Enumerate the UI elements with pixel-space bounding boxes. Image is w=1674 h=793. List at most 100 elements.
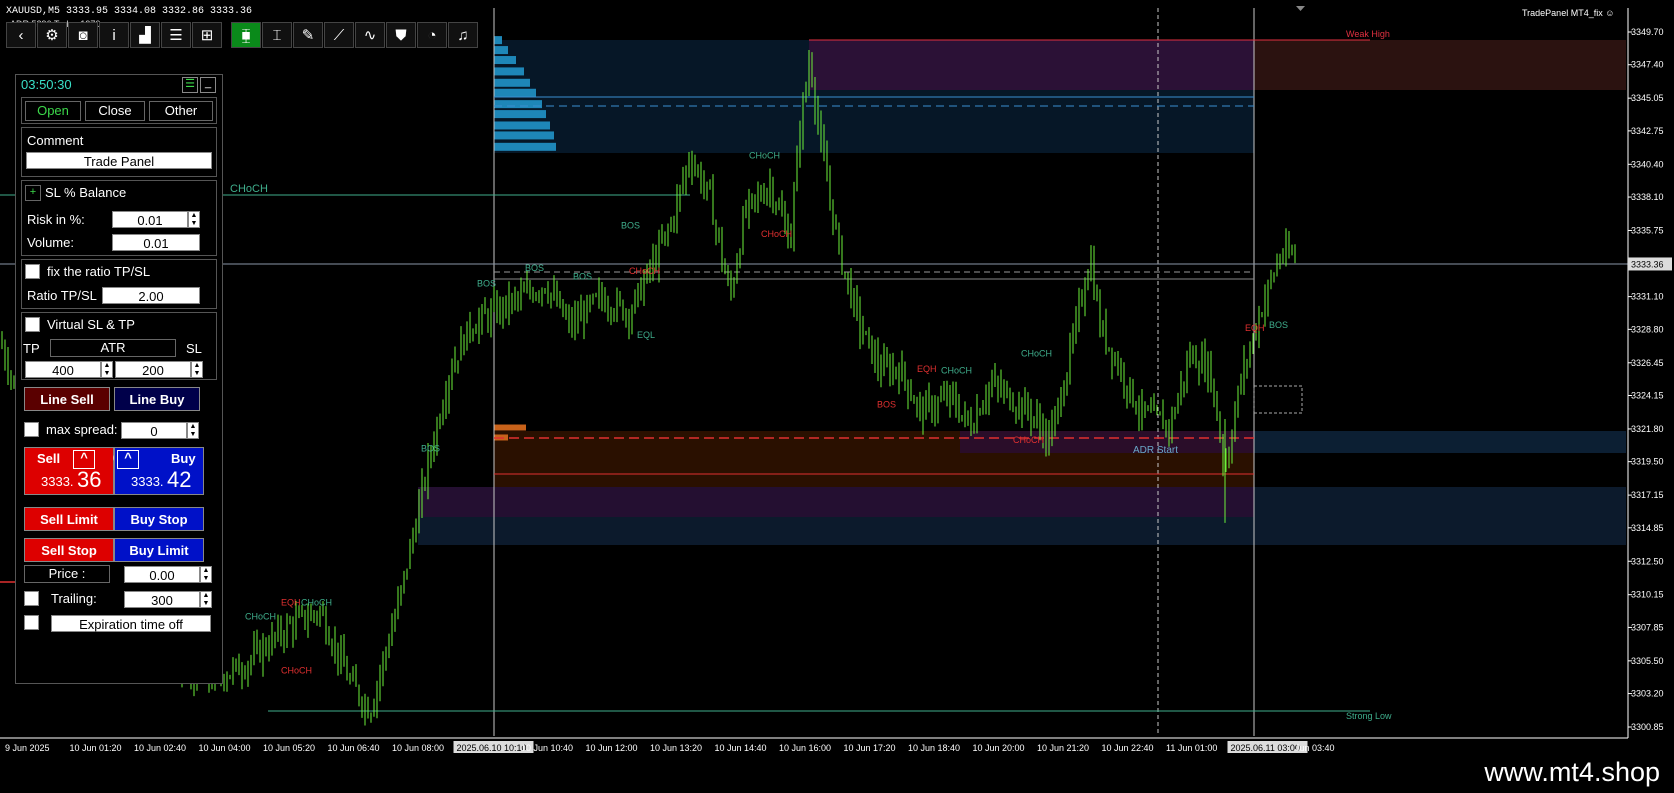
choch-left-label: CHoCH [230,183,268,195]
atr-button[interactable]: ATR [50,339,176,357]
time-tick-label: 10 Jun 10:40 [521,743,573,753]
price-tick-label: 3314.85 [1631,523,1664,533]
price-tick-label: 3319.50 [1631,457,1664,467]
price-tick-label: 3338.10 [1631,192,1664,202]
price-tick-label: 3312.50 [1631,556,1664,566]
sell-stop-button[interactable]: Sell Stop [24,538,114,562]
max-spread-stepper[interactable]: ▲ ▼ [187,422,199,439]
chevron-left-icon[interactable]: ‹ [6,22,36,48]
price-tick-label: 3324.15 [1631,391,1664,401]
comment-input[interactable]: Trade Panel [26,152,212,169]
line-buy-button[interactable]: Line Buy [114,387,200,411]
time-axis: 9 Jun 2025 10 Jun 01:20 10 Jun 02:40 10 Jun… [5,741,1335,753]
trailing-stepper[interactable]: ▲ ▼ [200,591,212,608]
wave-icon[interactable]: ∿ [355,22,385,48]
price-stepper[interactable]: ▲ ▼ [200,566,212,583]
buy-price-big: 42 [167,467,192,492]
sliders-icon[interactable]: ⊞ [192,22,222,48]
candles-icon[interactable]: ⧯ [231,22,261,48]
tab-close[interactable]: Close [85,101,145,121]
bar-chart-icon[interactable]: ▟ [130,22,160,48]
edit-icon[interactable]: ✎ [293,22,323,48]
volume-profile-bar [494,56,516,65]
time-tick-label: 10 Jun 02:40 [134,743,186,753]
price-tick-label: 3340.40 [1631,159,1664,169]
volume-profile-bar [494,36,502,45]
line-tool-icon[interactable]: ⌶ [262,22,292,48]
price-tick-label: 3317.15 [1631,490,1664,500]
price-tick-label: 3333.36 [1631,259,1664,269]
price-tick-label: 3307.85 [1631,622,1664,632]
list-icon[interactable]: ☰ [161,22,191,48]
price-tick-label: 3303.20 [1631,689,1664,699]
structure-label: BOS [1269,320,1288,330]
tab-bar: Open Close Other [21,97,217,124]
sl-stepper[interactable]: ▲ ▼ [191,361,203,378]
risk-input[interactable]: 0.01 [112,211,188,228]
supply-zone-top-right [1254,40,1626,90]
max-spread-checkbox[interactable] [24,422,39,437]
time-tick-label: 10 Jun 05:20 [263,743,315,753]
price-label: Price : [24,565,110,583]
max-spread-label: max spread: [46,422,118,437]
fix-ratio-label: fix the ratio TP/SL [47,264,151,279]
line-sell-button[interactable]: Line Sell [24,387,110,411]
price-chart[interactable]: CHoCHEQH CHoCHCHoCHBOSBOSBOSBOSCHoCHBOSEQ… [0,0,1674,793]
volume-profile-bar [494,100,542,109]
trailing-label: Trailing: [51,591,97,606]
sell-price-big: 36 [77,467,102,492]
structure-label: CHoCH [749,151,780,161]
time-tick-label: 10 Jun 01:20 [70,743,122,753]
ratio-input[interactable]: 2.00 [102,287,200,304]
weak-high-label: Weak High [1346,29,1390,39]
trailing-checkbox[interactable] [24,591,39,606]
price-tick-label: 3310.15 [1631,590,1664,600]
sell-button[interactable]: Sell ^ 3333. 36 [24,447,114,495]
sl-label: SL [186,341,202,356]
price-input[interactable]: 0.00 [124,566,200,583]
time-tick-label: 2025.06.11 03:00 [1231,743,1300,753]
menu-icon[interactable]: ☰ [182,77,198,93]
trailing-input[interactable]: 300 [124,591,200,608]
buy-button[interactable]: ^ Buy 3333. 42 [114,447,204,495]
panel-clock: 03:50:30 [21,77,72,92]
price-tick-label: 3328.80 [1631,324,1664,334]
gear-icon[interactable]: ⚙ [37,22,67,48]
shield-icon[interactable]: ⛊ [386,22,416,48]
sell-limit-button[interactable]: Sell Limit [24,507,114,531]
tradepanel-title-text: TradePanel MT4_fix [1522,8,1603,18]
minimize-icon[interactable]: _ [200,77,216,93]
tab-other[interactable]: Other [149,101,213,121]
pie-icon[interactable]: ◔ [417,22,447,48]
max-spread-input[interactable]: 0 [121,422,187,439]
expiration-checkbox[interactable] [24,615,39,630]
sl-balance-label: SL % Balance [45,185,127,200]
plus-icon[interactable]: + [25,185,41,201]
risk-stepper[interactable]: ▲ ▼ [188,211,200,228]
time-tick-label: 10 Jun 20:00 [973,743,1025,753]
tp-stepper[interactable]: ▲ ▼ [101,361,113,378]
tp-input[interactable]: 400 [25,361,101,378]
volume-input[interactable]: 0.01 [112,234,200,251]
expiration-button[interactable]: Expiration time off [51,615,211,632]
camera-icon[interactable]: ◙ [68,22,98,48]
sl-input[interactable]: 200 [115,361,191,378]
fix-ratio-checkbox[interactable] [25,264,40,279]
trend-icon[interactable]: ⟋ [324,22,354,48]
price-tick-label: 3345.05 [1631,93,1664,103]
buy-stop-button[interactable]: Buy Stop [114,507,204,531]
price-tick-label: 3347.40 [1631,60,1664,70]
time-tick-label: 10 Jun 13:20 [650,743,702,753]
bell-icon[interactable]: ♫ [448,22,478,48]
price-tick-label: 3349.70 [1631,27,1664,37]
volume-profile-bar [494,121,550,130]
structure-label: BOS [525,263,544,273]
virtual-section: Virtual SL & TP TP ATR SL 400 ▲ ▼ 200 ▲ ▼ [21,312,217,380]
time-tick-label: 10 Jun 18:40 [908,743,960,753]
buy-limit-button[interactable]: Buy Limit [114,538,204,562]
info-icon[interactable]: i [99,22,129,48]
price-tick-label: 3305.50 [1631,656,1664,666]
orders-section: Line Sell Line Buy max spread: 0 ▲ ▼ Sell… [21,383,217,681]
tab-open[interactable]: Open [25,101,81,121]
virtual-checkbox[interactable] [25,317,40,332]
